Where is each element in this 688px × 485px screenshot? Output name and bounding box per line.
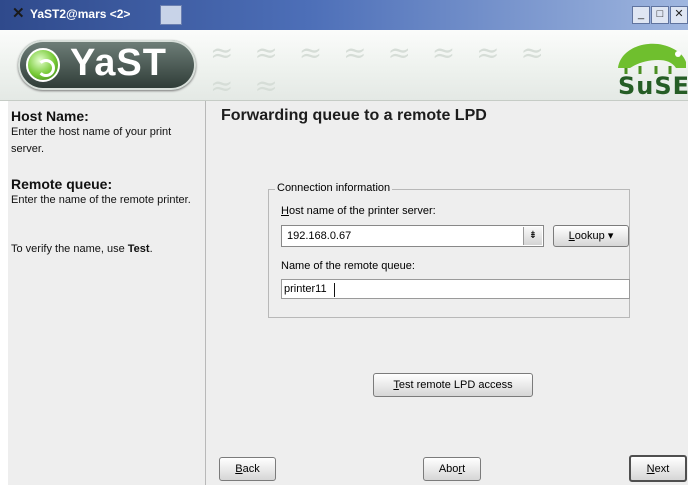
yast-logo: YaST — [18, 40, 196, 90]
main-panel: Forwarding queue to a remote LPD Connect… — [206, 101, 688, 485]
window-app-icon — [160, 5, 182, 25]
test-remote-lpd-access-button[interactable]: Test remote LPD access — [373, 373, 533, 397]
help-section-host: Host Name: Enter the host name of your p… — [11, 108, 196, 158]
lookup-button[interactable]: Lookup ▾ — [553, 225, 629, 247]
window-titlebar: ✕ YaST2@mars <2> _ □ ✕ — [0, 0, 688, 30]
abort-button[interactable]: Abort — [423, 457, 481, 481]
close-icon[interactable]: ✕ — [670, 6, 688, 24]
combobox-dropdown-icon[interactable]: ⇟ — [523, 227, 542, 245]
host-name-label: Host name of the printer server: — [281, 205, 436, 217]
yast-orb-icon — [26, 48, 60, 82]
yast-logo-text: YaST — [70, 42, 167, 84]
window-title: YaST2@mars <2> — [30, 7, 131, 21]
suse-logo-text: SuSE — [618, 72, 688, 100]
host-name-combobox[interactable]: 192.168.0.67 ⇟ — [281, 225, 544, 247]
connection-information-frame: Connection information Host name of the … — [268, 182, 630, 318]
help-text-host: Enter the host name of your print server… — [11, 126, 172, 155]
connection-information-title: Connection information — [275, 182, 393, 194]
banner: ≈ ≈ ≈ ≈ ≈ ≈ ≈ ≈ ≈ ≈ YaST SuSE — [0, 30, 688, 101]
remote-queue-input[interactable]: printer11 — [281, 279, 630, 299]
help-heading-queue: Remote queue: — [11, 176, 113, 192]
help-heading-host: Host Name: — [11, 108, 89, 124]
back-button[interactable]: Back — [219, 457, 276, 481]
remote-queue-value: printer11 — [284, 283, 327, 295]
text-caret — [334, 283, 335, 297]
chevron-down-icon: ▾ — [607, 230, 614, 242]
window-controls: _ □ ✕ — [632, 6, 688, 24]
host-name-value: 192.168.0.67 — [287, 230, 352, 242]
maximize-icon[interactable]: □ — [651, 6, 669, 24]
page-title: Forwarding queue to a remote LPD — [221, 107, 487, 124]
help-section-queue: Remote queue: Enter the name of the remo… — [11, 176, 196, 209]
next-button[interactable]: Next — [629, 455, 687, 482]
window-menu-icon[interactable]: ✕ — [12, 6, 28, 22]
banner-background: ≈ ≈ ≈ ≈ ≈ ≈ ≈ ≈ ≈ ≈ — [210, 36, 550, 101]
help-text-queue: Enter the name of the remote printer. — [11, 194, 191, 206]
help-verify-text: To verify the name, use Test. — [11, 243, 153, 255]
minimize-icon[interactable]: _ — [632, 6, 650, 24]
help-panel: Host Name: Enter the host name of your p… — [8, 101, 206, 485]
remote-queue-label: Name of the remote queue: — [281, 260, 415, 272]
suse-logo: SuSE — [610, 38, 688, 100]
